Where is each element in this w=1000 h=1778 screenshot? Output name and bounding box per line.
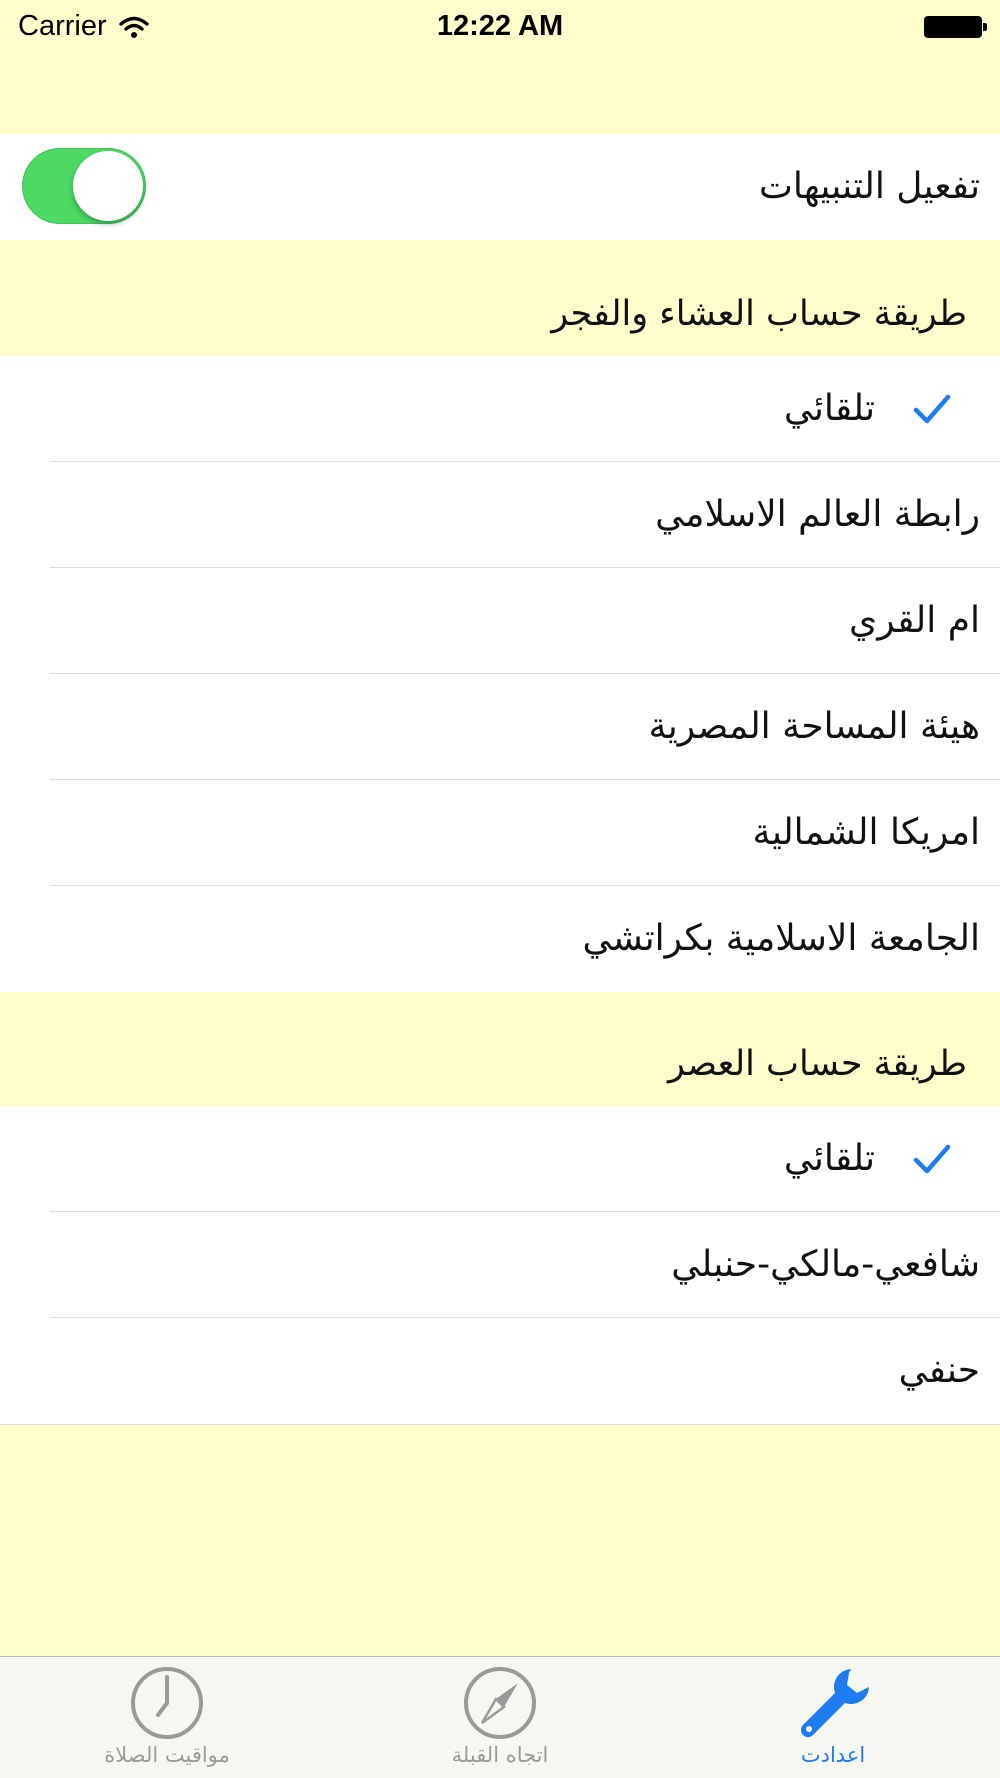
asr-section-header: طريقة حساب العصر — [0, 992, 1000, 1106]
tab-settings[interactable]: اعدادت — [708, 1657, 958, 1778]
settings-screen: Carrier 12:22 AM تفعيل التنبيهات طريقة ح… — [0, 0, 1000, 1778]
notifications-toggle[interactable] — [22, 148, 146, 224]
toggle-knob — [73, 151, 143, 221]
isha-fajr-option-north-america[interactable]: امريكا الشمالية — [0, 780, 1000, 886]
option-label: ام القري — [849, 600, 980, 641]
asr-option-shafii[interactable]: شافعي-مالكي-حنبلي — [0, 1212, 1000, 1318]
option-label: الجامعة الاسلامية بكراتشي — [582, 918, 980, 959]
isha-fajr-option-umm-al-qura[interactable]: ام القري — [0, 568, 1000, 674]
isha-fajr-option-karachi[interactable]: الجامعة الاسلامية بكراتشي — [0, 886, 1000, 992]
compass-icon — [464, 1667, 536, 1739]
notifications-label: تفعيل التنبيهات — [758, 166, 980, 207]
status-bar: Carrier 12:22 AM — [0, 0, 1000, 56]
option-label: تلقائي — [783, 1138, 875, 1179]
tab-label: اعدادت — [800, 1743, 866, 1767]
isha-fajr-header-label: طريقة حساب العشاء والفجر — [551, 294, 967, 334]
asr-option-hanafi[interactable]: حنفي — [0, 1318, 1000, 1424]
isha-fajr-option-auto[interactable]: تلقائي — [0, 356, 1000, 462]
option-label: امريكا الشمالية — [752, 812, 980, 853]
option-label: شافعي-مالكي-حنبلي — [671, 1244, 980, 1285]
checkmark-icon — [913, 1144, 951, 1174]
isha-fajr-option-mwl[interactable]: رابطة العالم الاسلامي — [0, 462, 1000, 568]
isha-fajr-option-egyptian[interactable]: هيئة المساحة المصرية — [0, 674, 1000, 780]
tab-label: اتجاه القبلة — [451, 1743, 549, 1767]
wrench-icon — [800, 1669, 869, 1738]
option-label: هيئة المساحة المصرية — [648, 706, 980, 747]
battery-icon — [924, 16, 987, 38]
asr-option-auto[interactable]: تلقائي — [0, 1106, 1000, 1212]
tab-prayer-times[interactable]: مواقيت الصلاة — [42, 1657, 292, 1778]
isha-fajr-section-header: طريقة حساب العشاء والفجر — [0, 240, 1000, 356]
tab-qibla[interactable]: اتجاه القبلة — [375, 1657, 625, 1778]
checkmark-icon — [913, 394, 951, 424]
asr-header-label: طريقة حساب العصر — [667, 1044, 967, 1084]
separator — [0, 1424, 1000, 1425]
option-label: حنفي — [898, 1350, 980, 1391]
clock-icon — [131, 1667, 203, 1739]
notifications-row: تفعيل التنبيهات — [0, 134, 1000, 240]
option-label: رابطة العالم الاسلامي — [655, 494, 980, 535]
tab-bar: مواقيت الصلاة اتجاه القبلة اعدادت — [0, 1656, 1000, 1778]
tab-label: مواقيت الصلاة — [104, 1743, 230, 1767]
status-time: 12:22 AM — [436, 10, 564, 42]
option-label: تلقائي — [783, 388, 875, 429]
